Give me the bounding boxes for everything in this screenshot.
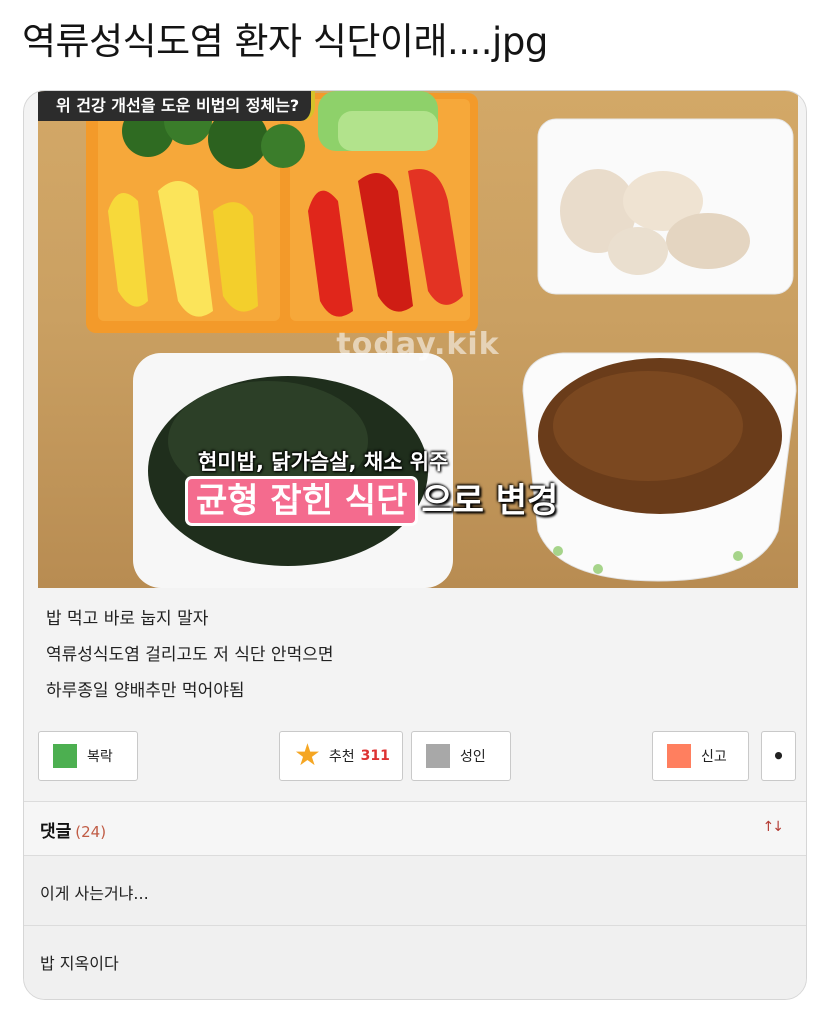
comment-item[interactable]: 이게 사는거냐... (24, 856, 806, 926)
orange-square-icon (667, 744, 691, 768)
star-icon: ★ (294, 738, 321, 773)
comment-item[interactable]: 밥 지옥이다 (24, 926, 806, 999)
image-caption-line1: 현미밥, 닭가슴살, 채소 위주 (198, 450, 449, 474)
green-square-icon (53, 744, 77, 768)
comment-text: 밥 지옥이다 (40, 954, 119, 973)
comments-header: 댓글 (24) ↑↓ (24, 801, 806, 856)
comment-text: 이게 사는거냐... (40, 884, 149, 903)
image-caption-highlight: 균형 잡힌 식단 (188, 479, 416, 523)
more-options-button[interactable]: • (761, 731, 796, 781)
report-button[interactable]: 신고 (652, 731, 749, 781)
adult-button[interactable]: 성인 (411, 731, 511, 781)
post-line: 하루종일 양배추만 먹어야됨 (46, 681, 245, 701)
image-watermark: today.kik (336, 327, 500, 362)
dot-icon: • (772, 744, 785, 768)
post-image[interactable]: 위 건강 개선을 도운 비법의 정체는? today.kik 현미밥, 닭가슴살… (38, 91, 798, 588)
recommend-count: 311 (360, 748, 390, 764)
report-label: 신고 (701, 749, 727, 765)
scrap-label: 복락 (87, 749, 113, 765)
image-caption-line2: 균형 잡힌 식단 으로 변경 (188, 479, 558, 523)
post-card: 위 건강 개선을 도운 비법의 정체는? today.kik 현미밥, 닭가슴살… (23, 90, 807, 1000)
image-banner: 위 건강 개선을 도운 비법의 정체는? (38, 91, 316, 121)
image-caption-rest: 으로 변경 (421, 481, 559, 521)
post-title: 역류성식도염 환자 식단이래....jpg (22, 20, 548, 63)
comments-title-label: 댓글 (40, 822, 72, 842)
post-line: 밥 먹고 바로 눕지 말자 (46, 609, 209, 629)
recommend-label: 추천 (328, 749, 355, 765)
comments-count: (24) (75, 823, 107, 841)
sort-arrows-icon[interactable]: ↑↓ (763, 819, 785, 835)
recommend-button[interactable]: ★ 추천 311 (279, 731, 403, 781)
adult-label: 성인 (460, 749, 486, 765)
gray-square-icon (426, 744, 450, 768)
scrap-button[interactable]: 복락 (38, 731, 138, 781)
post-line: 역류성식도염 걸리고도 저 식단 안먹으면 (46, 645, 334, 665)
post-body: 밥 먹고 바로 눕지 말자 역류성식도염 걸리고도 저 식단 안먹으면 하루종일… (46, 601, 786, 709)
comments-title: 댓글 (24) (40, 817, 106, 842)
